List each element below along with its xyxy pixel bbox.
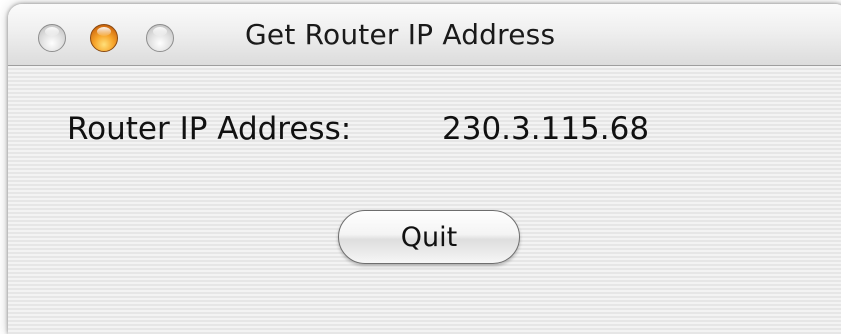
window-content: Router IP Address: 230.3.115.68 Quit <box>8 66 841 334</box>
quit-button[interactable]: Quit <box>338 210 520 264</box>
title-bar[interactable]: Get Router IP Address <box>8 4 841 66</box>
quit-button-label: Quit <box>400 221 458 253</box>
close-button[interactable] <box>38 24 66 52</box>
app-window: Get Router IP Address Router IP Address:… <box>8 4 841 334</box>
window-title: Get Router IP Address <box>245 18 556 51</box>
router-ip-value: 230.3.115.68 <box>442 111 650 147</box>
zoom-button[interactable] <box>146 24 174 52</box>
router-ip-label: Router IP Address: <box>67 111 352 147</box>
minimize-button[interactable] <box>90 24 118 52</box>
